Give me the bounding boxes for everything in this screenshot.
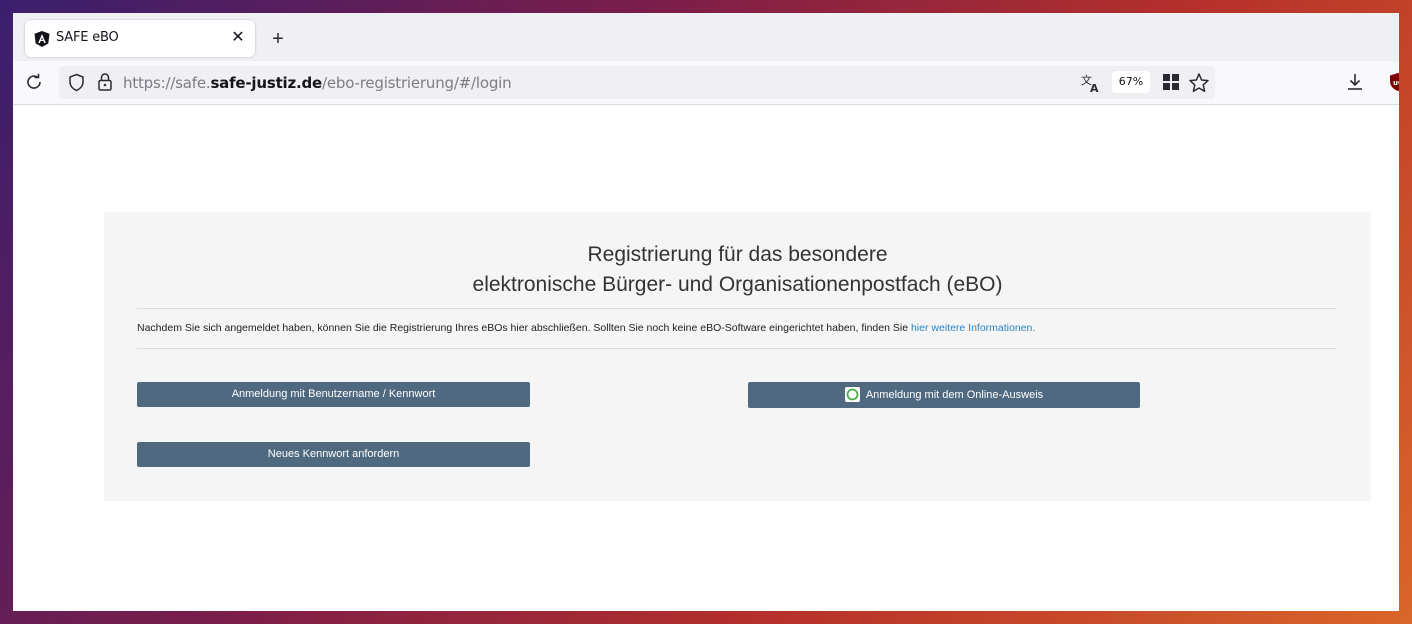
online-ausweis-icon (844, 387, 860, 402)
url-domain: safe-justiz.de (210, 74, 323, 92)
translate-icon[interactable]: 文 A (1080, 72, 1102, 94)
login-password-button[interactable]: Anmeldung mit Benutzername / Kennwort (137, 382, 530, 407)
url-bar[interactable]: https://safe.safe-justiz.de/ebo-registri… (59, 66, 1215, 99)
plus-icon[interactable]: + (266, 27, 290, 51)
lock-icon[interactable] (96, 72, 114, 92)
url-path: /ebo-registrierung/#/login (322, 74, 512, 92)
download-icon[interactable] (1344, 71, 1366, 93)
star-icon[interactable] (1188, 72, 1210, 94)
info-text: Nachdem Sie sich angemeldet haben, könne… (137, 322, 1035, 334)
svg-text:A: A (1090, 82, 1099, 94)
nav-bar: https://safe.safe-justiz.de/ebo-registri… (13, 61, 1399, 105)
tab-title: SAFE eBO (56, 30, 119, 45)
browser-window: SAFE eBO ✕ + https://safe.safe-justiz.de… (13, 13, 1399, 611)
close-icon[interactable]: ✕ (228, 28, 248, 48)
tab-bar: SAFE eBO ✕ + (13, 13, 1399, 61)
divider-bottom (137, 348, 1337, 349)
page-title: Registrierung für das besondere elektron… (104, 240, 1371, 300)
svg-text:uO: uO (1393, 79, 1399, 87)
online-id-button[interactable]: Anmeldung mit dem Online-Ausweis (748, 382, 1140, 408)
new-password-button[interactable]: Neues Kennwort anfordern (137, 442, 530, 467)
ublock-extension-icon[interactable]: uO (1388, 72, 1399, 92)
online-id-label: Anmeldung mit dem Online-Ausweis (865, 389, 1044, 401)
page-content: Registrierung für das besondere elektron… (13, 105, 1399, 611)
info-link[interactable]: hier weitere Informationen. (911, 322, 1035, 334)
title-line-2: elektronische Bürger- und Organisationen… (472, 273, 1003, 296)
reload-icon[interactable] (24, 72, 44, 92)
angular-favicon-icon (34, 31, 50, 47)
zoom-level[interactable]: 67% (1112, 71, 1150, 93)
shield-icon[interactable] (67, 73, 86, 92)
url-prefix: https://safe. (123, 74, 211, 92)
title-line-1: Registrierung für das besondere (587, 243, 888, 266)
info-text-body: Nachdem Sie sich angemeldet haben, könne… (137, 322, 911, 334)
tab-safe-ebo[interactable]: SAFE eBO ✕ (25, 20, 255, 57)
reader-view-icon[interactable] (1162, 73, 1180, 91)
login-panel: Registrierung für das besondere elektron… (104, 212, 1371, 501)
url-text[interactable]: https://safe.safe-justiz.de/ebo-registri… (123, 74, 512, 92)
divider-top (137, 308, 1337, 309)
